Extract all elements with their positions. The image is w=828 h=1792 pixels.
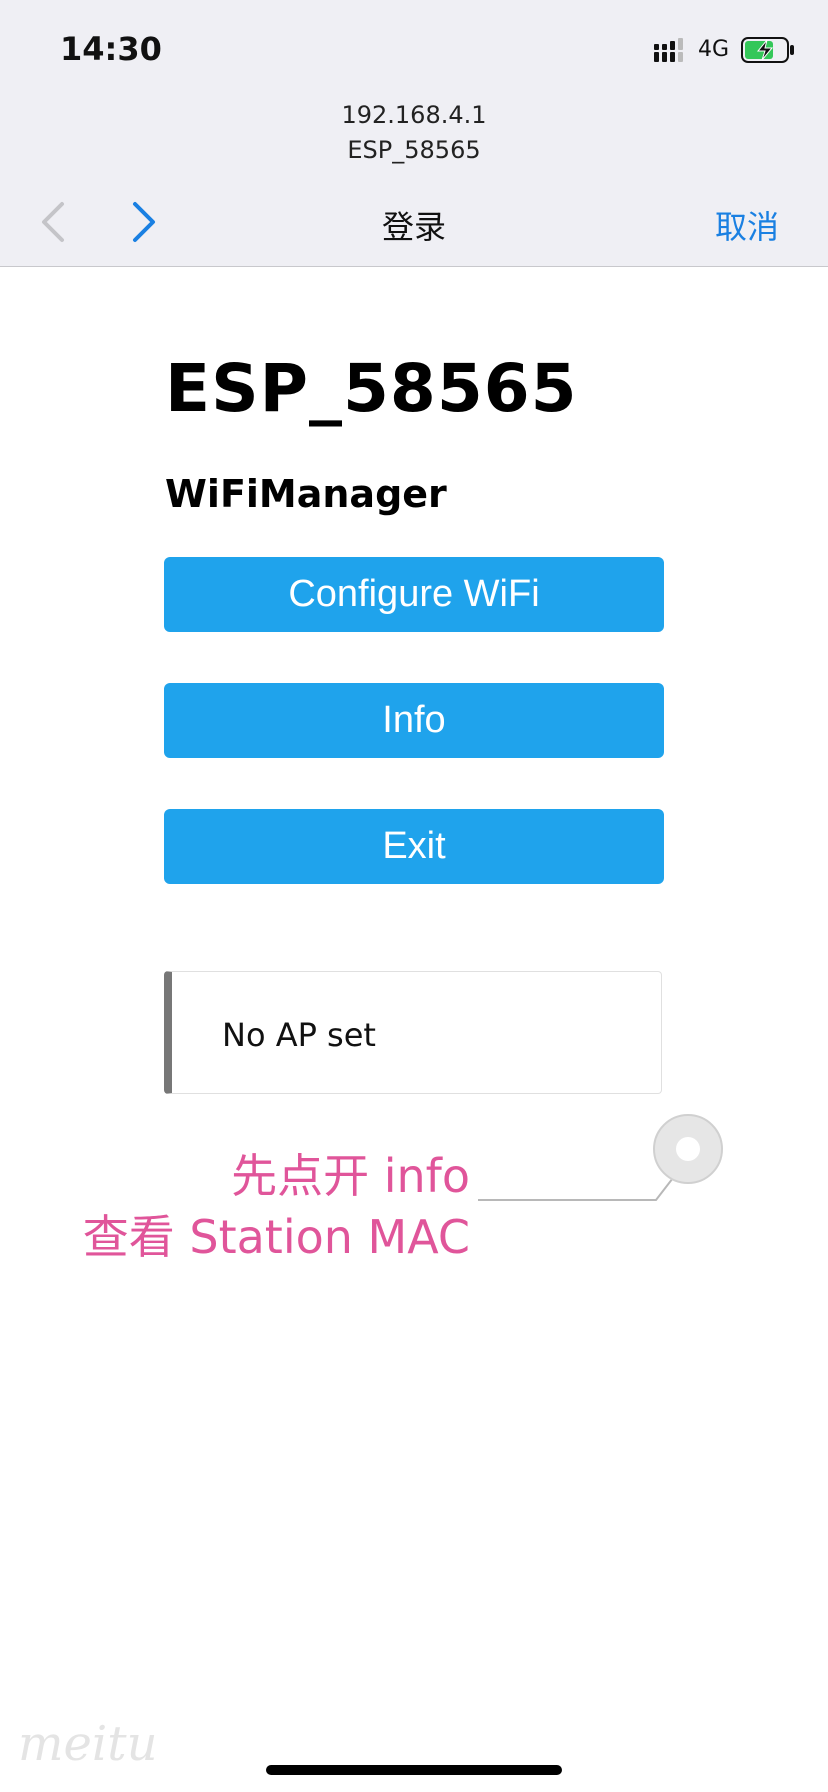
annotation-line-1: 先点开 info bbox=[231, 1149, 470, 1203]
home-indicator[interactable] bbox=[266, 1765, 562, 1775]
annotation-line-2: 查看 Station MAC bbox=[82, 1210, 470, 1264]
address-text: 192.168.4.1 bbox=[341, 101, 487, 129]
cellular-signal-icon bbox=[654, 38, 683, 62]
wifimanager-heading: WiFiManager bbox=[165, 472, 447, 516]
status-time: 14:30 bbox=[60, 30, 162, 68]
network-name-text: ESP_58565 bbox=[347, 136, 481, 164]
status-message-box: No AP set bbox=[164, 971, 662, 1094]
watermark-logo: meitu bbox=[18, 1716, 158, 1772]
device-title: ESP_58565 bbox=[165, 350, 578, 427]
info-button[interactable]: Info bbox=[164, 683, 664, 758]
battery-charging-icon bbox=[741, 37, 794, 63]
configure-wifi-button[interactable]: Configure WiFi bbox=[164, 557, 664, 632]
network-type-label: 4G bbox=[698, 37, 730, 62]
page-title: 登录 bbox=[381, 208, 446, 246]
exit-button[interactable]: Exit bbox=[164, 809, 664, 884]
browser-header: 14:30 4G 192.168.4.1 ESP_58565 登录 取消 bbox=[0, 0, 828, 267]
status-message: No AP set bbox=[222, 1016, 376, 1054]
cancel-button[interactable]: 取消 bbox=[715, 202, 779, 248]
annotation-pin-icon bbox=[653, 1114, 723, 1184]
